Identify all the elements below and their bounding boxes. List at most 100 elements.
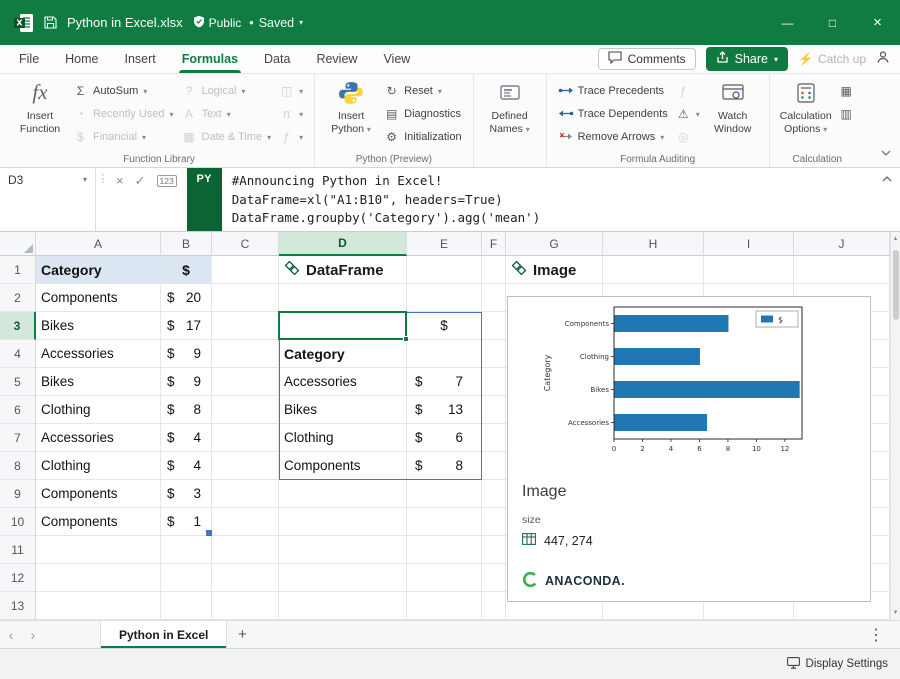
row-header-11[interactable]: 11 [0, 536, 36, 564]
row-header-2[interactable]: 2 [0, 284, 36, 312]
cell-A5[interactable]: Bikes [36, 368, 161, 396]
enter-icon[interactable]: ✓ [135, 173, 146, 189]
cell-H1[interactable] [603, 256, 704, 284]
row-header-9[interactable]: 9 [0, 480, 36, 508]
tab-file[interactable]: File [6, 45, 52, 73]
recently-used-button[interactable]: ◔ Recently Used ▾ [69, 103, 178, 125]
scroll-up-icon[interactable]: ▲ [893, 232, 899, 246]
sensitivity-badge[interactable]: Public [193, 15, 242, 31]
cell-B5[interactable]: $9 [161, 368, 212, 396]
row-header-12[interactable]: 12 [0, 564, 36, 592]
cell-B10[interactable]: $1 [161, 508, 212, 536]
more-functions-button[interactable]: ƒ ▾ [275, 126, 307, 148]
cell-E1[interactable] [407, 256, 482, 284]
cell-F2[interactable] [482, 284, 506, 312]
cell-J1[interactable] [794, 256, 890, 284]
cell-D9[interactable] [279, 480, 407, 508]
date-time-button[interactable]: ▦ Date & Time ▾ [178, 126, 276, 148]
cell-F3[interactable] [482, 312, 506, 340]
watch-window-button[interactable]: Watch Window [704, 77, 762, 135]
insert-python-button[interactable]: Insert Python ▾ [322, 77, 380, 135]
collapse-formula-bar-button[interactable] [874, 168, 900, 231]
tab-review[interactable]: Review [303, 45, 370, 73]
comments-button[interactable]: Comments [598, 48, 696, 70]
calculation-options-button[interactable]: Calculation Options ▾ [777, 77, 835, 135]
cell-D2[interactable] [279, 284, 407, 312]
cell-C4[interactable] [212, 340, 279, 368]
tab-view[interactable]: View [370, 45, 423, 73]
tab-formulas[interactable]: Formulas [169, 45, 251, 73]
cell-B12[interactable] [161, 564, 212, 592]
initialization-button[interactable]: ⚙ Initialization [380, 126, 465, 148]
cell-F11[interactable] [482, 536, 506, 564]
cell-C8[interactable] [212, 452, 279, 480]
cell-C9[interactable] [212, 480, 279, 508]
cell-B2[interactable]: $20 [161, 284, 212, 312]
calculate-sheet-button[interactable]: ▥ [835, 103, 858, 125]
cell-A3[interactable]: Bikes [36, 312, 161, 340]
image-card[interactable]: ComponentsClothingBikesAccessories024681… [507, 296, 871, 602]
cell-E3[interactable]: $ [407, 312, 482, 340]
row-header-13[interactable]: 13 [0, 592, 36, 620]
insert-function-button[interactable]: fx Insert Function [11, 77, 69, 135]
cell-B11[interactable] [161, 536, 212, 564]
maximize-button[interactable]: □ [810, 0, 855, 45]
cell-D11[interactable] [279, 536, 407, 564]
cell-E6[interactable]: $13 [407, 396, 482, 424]
row-header-7[interactable]: 7 [0, 424, 36, 452]
cell-F9[interactable] [482, 480, 506, 508]
column-header-G[interactable]: G [506, 232, 603, 256]
minimize-button[interactable]: — [765, 0, 810, 45]
autosum-button[interactable]: Σ AutoSum ▾ [69, 80, 178, 102]
remove-arrows-button[interactable]: Remove Arrows ▾ [554, 126, 672, 148]
cell-A11[interactable] [36, 536, 161, 564]
sheet-bar-options-icon[interactable]: ⋮ [868, 621, 900, 648]
close-button[interactable]: × [855, 0, 900, 45]
cell-F12[interactable] [482, 564, 506, 592]
row-header-1[interactable]: 1 [0, 256, 36, 284]
cell-C12[interactable] [212, 564, 279, 592]
cell-B1[interactable]: $ [161, 256, 212, 284]
calculate-now-button[interactable]: ▦ [835, 80, 858, 102]
cell-A1[interactable]: Category [36, 256, 161, 284]
cell-E8[interactable]: $8 [407, 452, 482, 480]
column-header-A[interactable]: A [36, 232, 161, 256]
row-header-10[interactable]: 10 [0, 508, 36, 536]
cell-F4[interactable] [482, 340, 506, 368]
cell-C2[interactable] [212, 284, 279, 312]
evaluate-formula-button[interactable]: ◎ [672, 126, 704, 148]
cell-B4[interactable]: $9 [161, 340, 212, 368]
cell-F10[interactable] [482, 508, 506, 536]
sheet-tab-python-in-excel[interactable]: Python in Excel [100, 621, 227, 648]
cell-A9[interactable]: Components [36, 480, 161, 508]
trace-dependents-button[interactable]: Trace Dependents [554, 103, 672, 125]
cell-E9[interactable] [407, 480, 482, 508]
catch-up-button[interactable]: ⚡ Catch up [798, 52, 866, 66]
scrollbar-thumb[interactable] [893, 250, 899, 320]
financial-button[interactable]: $ Financial ▾ [69, 126, 178, 148]
show-formulas-button[interactable]: ƒ [672, 80, 704, 102]
name-box[interactable]: D3 ▾ [0, 168, 96, 231]
cell-E13[interactable] [407, 592, 482, 620]
cell-E5[interactable]: $7 [407, 368, 482, 396]
column-header-E[interactable]: E [407, 232, 482, 256]
cell-E2[interactable] [407, 284, 482, 312]
trace-precedents-button[interactable]: Trace Precedents [554, 80, 672, 102]
reset-button[interactable]: ↻ Reset ▾ [380, 80, 465, 102]
diagnostics-button[interactable]: ▤ Diagnostics [380, 103, 465, 125]
cell-D7[interactable]: Clothing [279, 424, 407, 452]
save-icon[interactable] [44, 16, 57, 29]
cell-A10[interactable]: Components [36, 508, 161, 536]
cell-F5[interactable] [482, 368, 506, 396]
cell-A8[interactable]: Clothing [36, 452, 161, 480]
row-header-8[interactable]: 8 [0, 452, 36, 480]
cancel-icon[interactable]: × [116, 173, 124, 188]
cell-E10[interactable] [407, 508, 482, 536]
user-icon[interactable] [876, 50, 890, 69]
cell-I1[interactable] [704, 256, 794, 284]
cell-F13[interactable] [482, 592, 506, 620]
logical-button[interactable]: ? Logical ▾ [178, 80, 276, 102]
math-trig-button[interactable]: π ▾ [275, 103, 307, 125]
lookup-reference-button[interactable]: ◫ ▾ [275, 80, 307, 102]
cell-D4[interactable]: Category [279, 340, 407, 368]
